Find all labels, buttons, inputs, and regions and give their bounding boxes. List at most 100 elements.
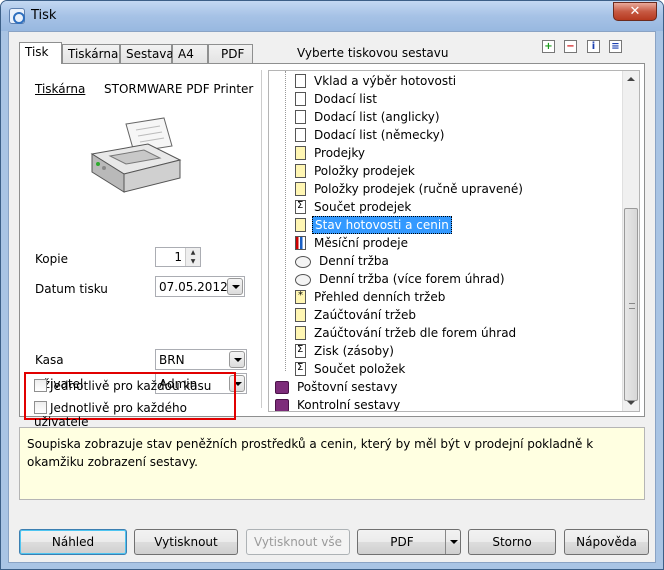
document-icon [295, 128, 306, 142]
tree-item[interactable]: Stav hotovosti a cenin [295, 216, 452, 236]
app-icon [9, 8, 25, 24]
pdf-button[interactable]: PDF [357, 529, 461, 555]
tree-group[interactable]: Kontrolní sestavy [275, 398, 402, 412]
tree-item-label: Položky prodejek [314, 164, 415, 178]
dialog-body: Tisk Tiskárna Sestava A4 PDF Vyberte tis… [8, 31, 656, 563]
each-user-checkbox[interactable]: Jednotlivě pro každého uživatele [34, 401, 234, 429]
tree-item-label: Měsíční prodeje [314, 236, 409, 250]
copies-label: Kopie [35, 252, 68, 266]
disk-icon [295, 256, 311, 268]
tree-item-label: Dodací list (německy) [314, 128, 445, 142]
register-value: BRN [159, 353, 185, 367]
tree-item[interactable]: Dodací list (německy) [295, 128, 446, 146]
tree-item[interactable]: Vklad a výběr hotovosti [295, 74, 458, 92]
each-register-label: Jednotlivě pro každou kasu [50, 379, 212, 393]
pdf-dropdown-icon[interactable] [445, 530, 460, 554]
scroll-down-icon[interactable] [627, 401, 635, 405]
properties-icon[interactable]: ≡ [609, 40, 622, 53]
date-field[interactable]: 07.05.2012 [155, 276, 245, 297]
tree-item-label: Zaúčtování tržeb [314, 308, 416, 322]
tab-tiskarna[interactable]: Tiskárna [62, 44, 120, 63]
print-button[interactable]: Vytisknout [134, 529, 238, 555]
pdf-label: PDF [390, 535, 414, 549]
tree-item-label: Dodací list (anglicky) [314, 110, 440, 124]
tree-item[interactable]: Součet položek [295, 362, 407, 380]
report-description: Soupiska zobrazuje stav peněžních prostř… [19, 427, 645, 500]
tree-group[interactable]: Poštovní sestavy [275, 380, 399, 398]
yellow-document-icon [295, 218, 306, 232]
tree-item[interactable]: Prodejky [295, 146, 367, 164]
checkbox-icon[interactable] [34, 379, 47, 392]
yellow-document-icon [295, 146, 306, 160]
document-icon [295, 92, 306, 106]
tree-item-label: Součet prodejek [314, 200, 412, 214]
spin-up-icon[interactable]: ▲ [186, 248, 200, 257]
remove-icon[interactable]: − [564, 40, 577, 53]
register-select[interactable]: BRN [155, 349, 247, 370]
document-icon [295, 74, 306, 88]
tree-item-label: Prodejky [314, 146, 365, 160]
tree-item-label: Denní tržba [319, 254, 389, 268]
disk-icon [295, 274, 311, 286]
register-dropdown-icon[interactable] [229, 351, 245, 368]
tab-a4[interactable]: A4 [172, 44, 208, 63]
star-document-icon [295, 290, 306, 304]
tree-scrollbar[interactable] [622, 71, 639, 411]
tree-item[interactable]: Měsíční prodeje [295, 236, 410, 254]
tab-sestava[interactable]: Sestava [120, 44, 174, 63]
select-report-label: Vyberte tiskovou sestavu [297, 46, 449, 60]
scroll-up-icon[interactable] [627, 77, 635, 81]
chart-icon [295, 236, 306, 250]
printer-icon [90, 117, 182, 193]
tab-pdf[interactable]: PDF [208, 44, 253, 63]
tree-item[interactable]: Dodací list (anglicky) [295, 110, 442, 128]
tree-item[interactable]: Položky prodejek [295, 164, 417, 182]
sigma-icon [295, 344, 306, 358]
panel-divider [261, 70, 263, 408]
add-icon[interactable]: + [542, 40, 555, 53]
printer-name: STORMWARE PDF Printer [104, 82, 254, 96]
tree-group-label: Poštovní sestavy [297, 380, 398, 394]
tree-connector [285, 71, 286, 371]
close-button[interactable]: ✕ [613, 2, 657, 21]
copies-stepper[interactable]: 1 ▲ ▼ [155, 247, 201, 267]
tree-item[interactable]: Zaúčtování tržeb [295, 308, 418, 326]
tab-tisk[interactable]: Tisk [19, 42, 62, 64]
document-icon [295, 110, 306, 124]
tree-item-label: Stav hotovosti a cenin [312, 216, 452, 234]
help-button[interactable]: Nápověda [564, 529, 649, 555]
date-dropdown-icon[interactable] [227, 278, 243, 295]
date-label: Datum tisku [35, 282, 108, 296]
tree-group-label: Kontrolní sestavy [297, 398, 401, 412]
info-icon[interactable]: i [587, 40, 600, 53]
tree-item[interactable]: Položky prodejek (ručně upravené) [295, 182, 525, 200]
tree-item[interactable]: Zaúčtování tržeb dle forem úhrad [295, 326, 518, 344]
sigma-icon [295, 362, 306, 376]
each-register-checkbox[interactable]: Jednotlivě pro každou kasu [34, 379, 211, 393]
close-icon: ✕ [629, 4, 641, 19]
sigma-icon [295, 200, 306, 214]
title-bar[interactable]: Tisk ✕ [1, 1, 663, 31]
tree-item-label: Přehled denních tržeb [314, 290, 446, 304]
tree-item[interactable]: Denní tržba [295, 254, 391, 272]
tree-item-label: Zisk (zásoby) [314, 344, 394, 358]
tree-item-label: Dodací list [314, 92, 377, 106]
yellow-document-icon [295, 182, 306, 196]
register-label: Kasa [35, 353, 64, 367]
tree-item[interactable]: Denní tržba (více forem úhrad) [295, 272, 507, 290]
tree-item[interactable]: Přehled denních tržeb [295, 290, 447, 308]
tree-item[interactable]: Zisk (zásoby) [295, 344, 396, 362]
scrollbar-thumb[interactable] [624, 208, 638, 401]
spin-down-icon[interactable]: ▼ [186, 257, 200, 266]
tree-item-label: Položky prodejek (ručně upravené) [314, 182, 523, 196]
yellow-document-icon [295, 308, 306, 322]
copies-value: 1 [174, 250, 182, 264]
tree-item[interactable]: Dodací list [295, 92, 379, 110]
cancel-button[interactable]: Storno [468, 529, 556, 555]
checkbox-icon[interactable] [34, 401, 47, 414]
preview-button[interactable]: Náhled [19, 529, 127, 555]
report-tree[interactable]: Vklad a výběr hotovosti Dodací list Dodací… [268, 70, 640, 412]
tree-item-label: Zaúčtování tržeb dle forem úhrad [314, 326, 517, 340]
yellow-document-icon [295, 326, 306, 340]
printer-link[interactable]: Tiskárna [35, 82, 85, 96]
